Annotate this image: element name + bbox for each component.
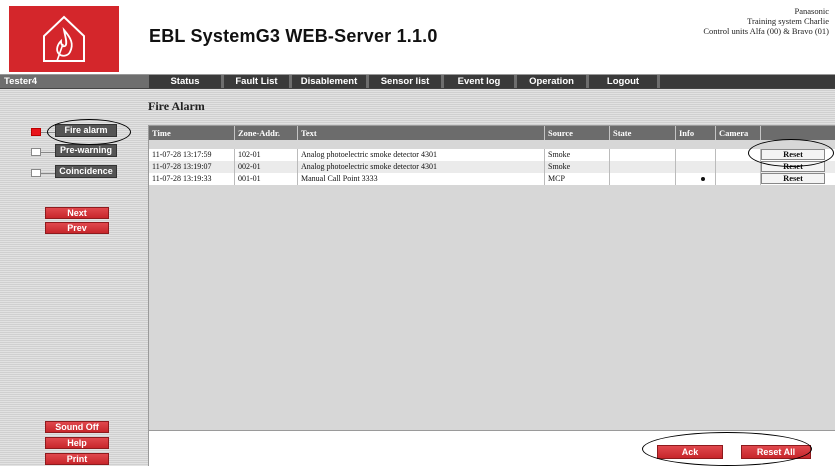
cell-source: Smoke bbox=[545, 149, 610, 161]
vendor-name: Panasonic bbox=[794, 6, 829, 16]
system-name: Training system Charlie bbox=[747, 16, 829, 26]
nav-operation[interactable]: Operation bbox=[517, 75, 586, 88]
connector-line bbox=[41, 152, 55, 153]
col-source: Source bbox=[545, 126, 610, 140]
cell-time: 11-07-28 13:19:33 bbox=[149, 173, 235, 185]
table-row[interactable]: 11-07-28 13:19:33 001-01 Manual Call Poi… bbox=[149, 173, 835, 185]
cell-text: Manual Call Point 3333 bbox=[298, 173, 545, 185]
cell-camera bbox=[716, 161, 761, 173]
reset-button[interactable]: Reset bbox=[761, 149, 825, 160]
system-info: Panasonic Training system Charlie Contro… bbox=[703, 6, 829, 36]
fire-house-icon bbox=[43, 15, 85, 62]
cell-text: Analog photoelectric smoke detector 4301 bbox=[298, 161, 545, 173]
cell-info bbox=[676, 161, 716, 173]
reset-button[interactable]: Reset bbox=[761, 161, 825, 172]
nav-status[interactable]: Status bbox=[149, 75, 221, 88]
connector-line bbox=[41, 132, 55, 133]
fire-alarm-button[interactable]: Fire alarm bbox=[55, 124, 117, 137]
table-header: Time Zone-Addr. Text Source State Info C… bbox=[149, 126, 835, 140]
coincidence-indicator bbox=[31, 169, 41, 177]
cell-source: Smoke bbox=[545, 161, 610, 173]
cell-camera bbox=[716, 149, 761, 161]
pre-warning-indicator bbox=[31, 148, 41, 156]
nav-sensor-list[interactable]: Sensor list bbox=[369, 75, 441, 88]
cell-camera bbox=[716, 173, 761, 185]
alarm-table: Time Zone-Addr. Text Source State Info C… bbox=[148, 125, 835, 431]
header: EBL SystemG3 WEB-Server 1.1.0 Panasonic … bbox=[0, 0, 835, 74]
ack-button[interactable]: Ack bbox=[657, 445, 723, 459]
app-window: EBL SystemG3 WEB-Server 1.1.0 Panasonic … bbox=[0, 0, 835, 466]
nav-disablement[interactable]: Disablement bbox=[292, 75, 366, 88]
col-text: Text bbox=[298, 126, 545, 140]
reset-button[interactable]: Reset bbox=[761, 173, 825, 184]
action-bar: Ack Reset All bbox=[148, 431, 835, 466]
cell-source: MCP bbox=[545, 173, 610, 185]
coincidence-button[interactable]: Coincidence bbox=[55, 165, 117, 178]
cell-zone: 001-01 bbox=[235, 173, 298, 185]
pre-warning-button[interactable]: Pre-warning bbox=[55, 144, 117, 157]
nav-bar: Tester4 Status Fault List Disablement Se… bbox=[0, 74, 835, 89]
app-title: EBL SystemG3 WEB-Server 1.1.0 bbox=[149, 26, 438, 46]
info-icon[interactable] bbox=[701, 177, 705, 181]
nav-logout[interactable]: Logout bbox=[589, 75, 657, 88]
table-row[interactable]: 11-07-28 13:19:07 002-01 Analog photoele… bbox=[149, 161, 835, 173]
table-row[interactable]: 11-07-28 13:17:59 102-01 Analog photoele… bbox=[149, 149, 835, 161]
logo bbox=[9, 6, 119, 72]
control-units: Control units Alfa (00) & Bravo (01) bbox=[703, 26, 829, 36]
nav-event-log[interactable]: Event log bbox=[444, 75, 514, 88]
cell-state bbox=[610, 149, 676, 161]
cell-text: Analog photoelectric smoke detector 4301 bbox=[298, 149, 545, 161]
sound-off-button[interactable]: Sound Off bbox=[45, 421, 109, 433]
cell-time: 11-07-28 13:17:59 bbox=[149, 149, 235, 161]
cell-info bbox=[676, 149, 716, 161]
cell-time: 11-07-28 13:19:07 bbox=[149, 161, 235, 173]
col-camera: Camera bbox=[716, 126, 761, 140]
col-time: Time bbox=[149, 126, 235, 140]
nav-filler bbox=[660, 75, 835, 88]
page-title: Fire Alarm bbox=[148, 99, 205, 113]
cell-info[interactable] bbox=[676, 173, 716, 185]
nav-fault-list[interactable]: Fault List bbox=[224, 75, 289, 88]
print-button[interactable]: Print bbox=[45, 453, 109, 465]
cell-state bbox=[610, 161, 676, 173]
next-button[interactable]: Next bbox=[45, 207, 109, 219]
cell-zone: 102-01 bbox=[235, 149, 298, 161]
cell-zone: 002-01 bbox=[235, 161, 298, 173]
main-content: Fire Alarm Time Zone-Addr. Text Source S… bbox=[140, 89, 835, 466]
prev-button[interactable]: Prev bbox=[45, 222, 109, 234]
user-name: Tester4 bbox=[4, 76, 38, 87]
col-info: Info bbox=[676, 126, 716, 140]
connector-line bbox=[41, 173, 55, 174]
cell-state bbox=[610, 173, 676, 185]
help-button[interactable]: Help bbox=[45, 437, 109, 449]
reset-all-button[interactable]: Reset All bbox=[741, 445, 811, 459]
col-state: State bbox=[610, 126, 676, 140]
sidebar: Fire alarm Pre-warning Coincidence Next … bbox=[0, 89, 140, 466]
col-zone-addr: Zone-Addr. bbox=[235, 126, 298, 140]
fire-alarm-indicator bbox=[31, 128, 41, 136]
